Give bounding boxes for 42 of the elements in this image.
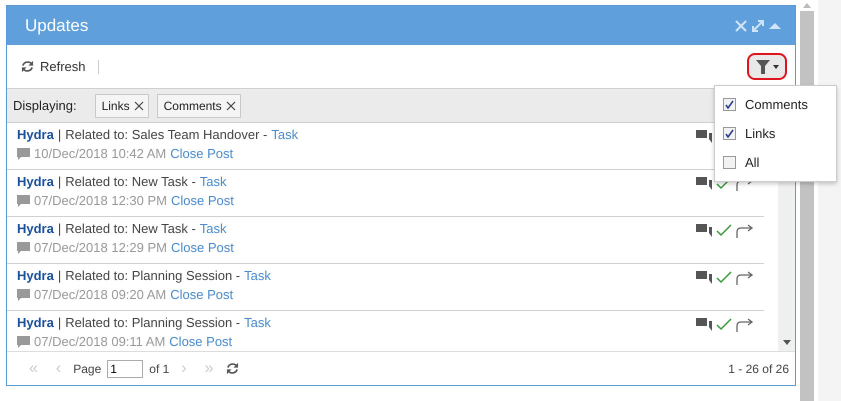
filter-chip[interactable]: Comments xyxy=(156,94,241,118)
close-post-link[interactable]: Close Post xyxy=(170,287,234,302)
related-text: Related to: Planning Session - xyxy=(65,315,240,330)
separator: | xyxy=(58,315,62,330)
page-label: Page xyxy=(73,362,102,376)
filter-chip[interactable]: Links xyxy=(94,94,149,118)
close-post-link[interactable]: Close Post xyxy=(170,146,234,161)
close-post-link[interactable]: Close Post xyxy=(169,334,232,349)
post-date: 10/Dec/2018 10:42 AM xyxy=(34,146,166,161)
post-date: 07/Dec/2018 09:20 AM xyxy=(34,287,166,302)
post-date: 07/Dec/2018 09:11 AM xyxy=(34,334,166,349)
related-text: Related to: New Task - xyxy=(65,174,196,189)
author-link[interactable]: Hydra xyxy=(17,268,54,283)
separator: | xyxy=(58,221,62,236)
record-summary: 1 - 26 of 26 xyxy=(728,362,789,376)
panel-title: Updates xyxy=(25,16,88,36)
filter-option[interactable]: Comments xyxy=(715,90,836,119)
filter-option[interactable]: All xyxy=(715,148,836,177)
close-post-link[interactable]: Close Post xyxy=(170,240,234,255)
post-date: 07/Dec/2018 12:30 PM xyxy=(34,193,167,208)
separator: | xyxy=(58,174,62,189)
author-link[interactable]: Hydra xyxy=(17,127,54,142)
task-link[interactable]: Task xyxy=(244,268,271,283)
task-link[interactable]: Task xyxy=(244,315,271,330)
task-link[interactable]: Task xyxy=(200,221,227,236)
related-text: Related to: Planning Session - xyxy=(65,268,240,283)
task-link[interactable]: Task xyxy=(200,174,227,189)
related-text: Related to: New Task - xyxy=(65,221,196,236)
task-link[interactable]: Task xyxy=(271,127,298,142)
separator: | xyxy=(58,127,62,142)
filter-label: Displaying: xyxy=(13,98,77,113)
close-post-link[interactable]: Close Post xyxy=(170,193,234,208)
author-link[interactable]: Hydra xyxy=(17,174,54,189)
related-text: Related to: Sales Team Handover - xyxy=(65,127,268,142)
author-link[interactable]: Hydra xyxy=(17,221,54,236)
page-field[interactable]: 1 xyxy=(107,360,144,378)
separator: | xyxy=(58,268,62,283)
post-date: 07/Dec/2018 12:29 PM xyxy=(34,240,167,255)
refresh-button[interactable]: Refresh xyxy=(21,59,86,74)
author-link[interactable]: Hydra xyxy=(17,315,54,330)
filter-option[interactable]: Links xyxy=(715,119,836,148)
page-count: of 1 xyxy=(149,362,170,376)
